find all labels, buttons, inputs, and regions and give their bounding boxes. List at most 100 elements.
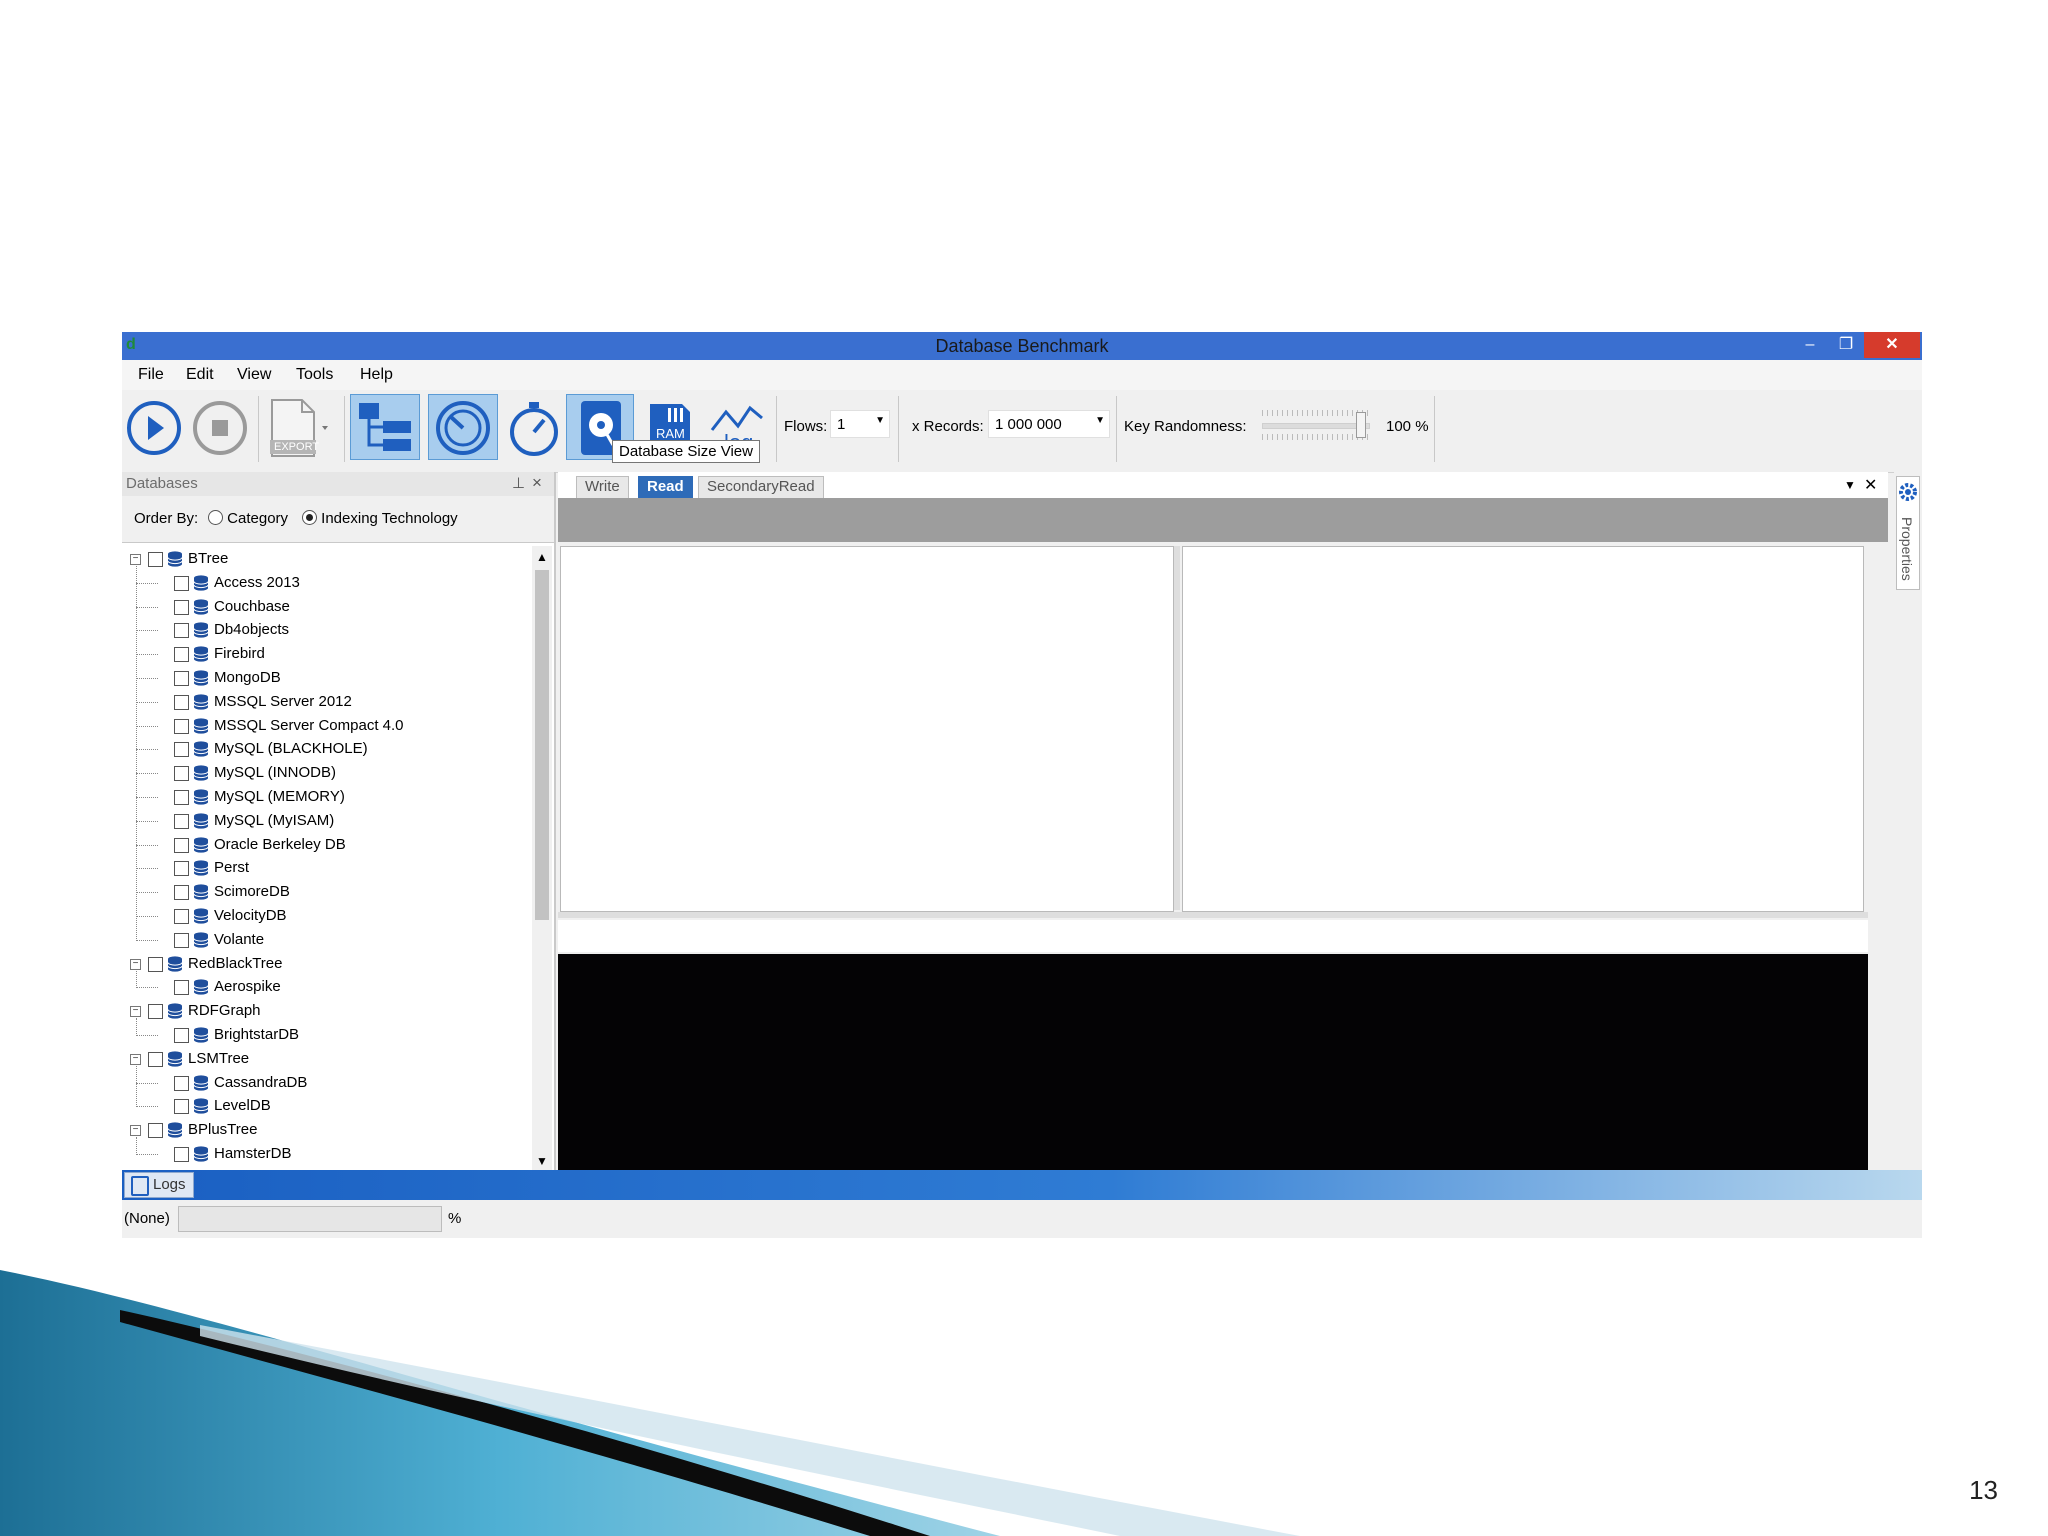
stop-button[interactable]: [188, 394, 252, 460]
tree-item[interactable]: Perst: [122, 857, 530, 879]
tree-checkbox[interactable]: [174, 575, 189, 591]
tree-item[interactable]: ScimoreDB: [122, 881, 530, 903]
tree-checkbox[interactable]: [174, 647, 189, 663]
tree-group[interactable]: − BPlusTree: [122, 1119, 530, 1141]
tree-item[interactable]: Aerospike: [122, 976, 530, 998]
tree-item[interactable]: BrightstarDB: [122, 1024, 530, 1046]
tree-item[interactable]: MySQL (MyISAM): [122, 810, 530, 832]
logs-tab[interactable]: Logs: [124, 1172, 194, 1198]
tree-checkbox[interactable]: [148, 552, 163, 567]
tree-item-label: Couchbase: [214, 597, 290, 615]
minimize-button[interactable]: –: [1792, 332, 1828, 358]
tree-checkbox[interactable]: [174, 1099, 189, 1115]
tab-read[interactable]: Read: [638, 476, 693, 498]
time-view-button[interactable]: [502, 394, 566, 460]
tree-checkbox[interactable]: [174, 861, 189, 877]
scroll-up-icon[interactable]: ▲: [536, 550, 548, 564]
vertical-splitter[interactable]: [1174, 546, 1180, 910]
tree-checkbox[interactable]: [174, 671, 189, 686]
order-category-option[interactable]: Category: [208, 510, 288, 527]
tree-checkbox[interactable]: [174, 909, 189, 924]
collapse-icon[interactable]: −: [130, 1053, 141, 1065]
tab-write[interactable]: Write: [576, 476, 629, 498]
properties-tab[interactable]: Properties: [1896, 476, 1920, 590]
tree-item[interactable]: Oracle Berkeley DB: [122, 834, 530, 856]
tree-group[interactable]: − LSMTree: [122, 1048, 530, 1070]
tree-item[interactable]: Db4objects: [122, 619, 530, 641]
export-button[interactable]: EXPORT: [262, 394, 340, 460]
horizontal-splitter[interactable]: [558, 912, 1868, 918]
menu-file[interactable]: File: [138, 366, 164, 384]
tree-checkbox[interactable]: [174, 837, 189, 853]
tree-checkbox[interactable]: [174, 1028, 189, 1043]
tree-checkbox[interactable]: [174, 980, 189, 996]
tree-checkbox[interactable]: [174, 742, 189, 758]
tree-item[interactable]: LevelDB: [122, 1095, 530, 1117]
records-combo[interactable]: 1 000 000 ▼: [988, 410, 1110, 438]
tree-group[interactable]: − RedBlackTree: [122, 953, 530, 975]
tree-group[interactable]: − RDFGraph: [122, 1000, 530, 1022]
close-document-icon[interactable]: ✕: [1864, 475, 1877, 495]
tree-item-label: MySQL (MyISAM): [214, 811, 335, 829]
tree-group[interactable]: − BTree: [122, 548, 530, 570]
category-radio[interactable]: [208, 510, 223, 525]
tree-checkbox[interactable]: [174, 813, 189, 829]
collapse-icon[interactable]: −: [130, 1006, 141, 1018]
tree-checkbox[interactable]: [174, 1075, 189, 1091]
scroll-thumb[interactable]: [535, 570, 549, 920]
tree-item[interactable]: MySQL (INNODB): [122, 762, 530, 784]
tree-scrollbar[interactable]: ▲ ▼: [532, 546, 552, 1170]
speed-view-button[interactable]: [428, 394, 498, 460]
tree-checkbox[interactable]: [148, 1004, 163, 1020]
tree-checkbox[interactable]: [174, 599, 189, 615]
tree-item[interactable]: MSSQL Server Compact 4.0: [122, 715, 530, 737]
collapse-icon[interactable]: −: [130, 958, 141, 970]
tree-checkbox[interactable]: [174, 766, 189, 782]
tree-checkbox[interactable]: [174, 790, 189, 805]
start-button[interactable]: [124, 394, 188, 460]
slider-thumb[interactable]: [1356, 412, 1366, 438]
tree-checkbox[interactable]: [174, 885, 189, 901]
randomness-slider[interactable]: [1262, 408, 1370, 442]
tree-checkbox[interactable]: [174, 932, 189, 948]
tree-item[interactable]: Firebird: [122, 643, 530, 665]
tree-item-label: BrightstarDB: [214, 1026, 300, 1043]
order-indexing-option[interactable]: Indexing Technology: [302, 510, 458, 527]
close-icon[interactable]: ×: [532, 473, 542, 493]
tab-secondaryread[interactable]: SecondaryRead: [698, 476, 824, 498]
menu-tools[interactable]: Tools: [296, 366, 333, 384]
maximize-button[interactable]: ❐: [1828, 332, 1864, 358]
menu-view[interactable]: View: [237, 366, 271, 384]
tree-item-label: Aerospike: [214, 978, 281, 996]
tab-list-chevron-icon[interactable]: ▼: [1844, 478, 1856, 492]
tree-item[interactable]: Volante: [122, 929, 530, 951]
logs-bar: Logs: [122, 1170, 1922, 1200]
collapse-icon[interactable]: −: [130, 554, 141, 565]
menu-help[interactable]: Help: [360, 366, 393, 384]
menu-edit[interactable]: Edit: [186, 366, 214, 384]
tree-checkbox[interactable]: [148, 1123, 163, 1139]
scroll-down-icon[interactable]: ▼: [536, 1154, 548, 1168]
tree-item[interactable]: HamsterDB: [122, 1143, 530, 1165]
tree-item[interactable]: MSSQL Server 2012: [122, 691, 530, 713]
collapse-icon[interactable]: −: [130, 1125, 141, 1137]
tree-item[interactable]: MySQL (MEMORY): [122, 786, 530, 808]
tree-checkbox[interactable]: [148, 956, 163, 972]
tree-item[interactable]: CassandraDB: [122, 1072, 530, 1094]
close-button[interactable]: ✕: [1864, 332, 1920, 358]
tree-item[interactable]: Access 2013: [122, 572, 530, 594]
tree-item[interactable]: MySQL (BLACKHOLE): [122, 738, 530, 760]
tree-checkbox[interactable]: [174, 694, 189, 710]
tree-item[interactable]: VelocityDB: [122, 905, 530, 927]
tree-view-button[interactable]: [350, 394, 420, 460]
flows-combo[interactable]: 1 ▼: [830, 410, 890, 438]
indexing-radio[interactable]: [302, 510, 317, 525]
tree-item[interactable]: Couchbase: [122, 596, 530, 618]
database-icon: [192, 645, 210, 663]
tree-checkbox[interactable]: [174, 623, 189, 639]
pin-icon[interactable]: ⊥: [512, 474, 525, 492]
tree-checkbox[interactable]: [174, 1147, 189, 1162]
tree-item[interactable]: MongoDB: [122, 667, 530, 689]
tree-checkbox[interactable]: [174, 718, 189, 734]
tree-checkbox[interactable]: [148, 1051, 163, 1067]
